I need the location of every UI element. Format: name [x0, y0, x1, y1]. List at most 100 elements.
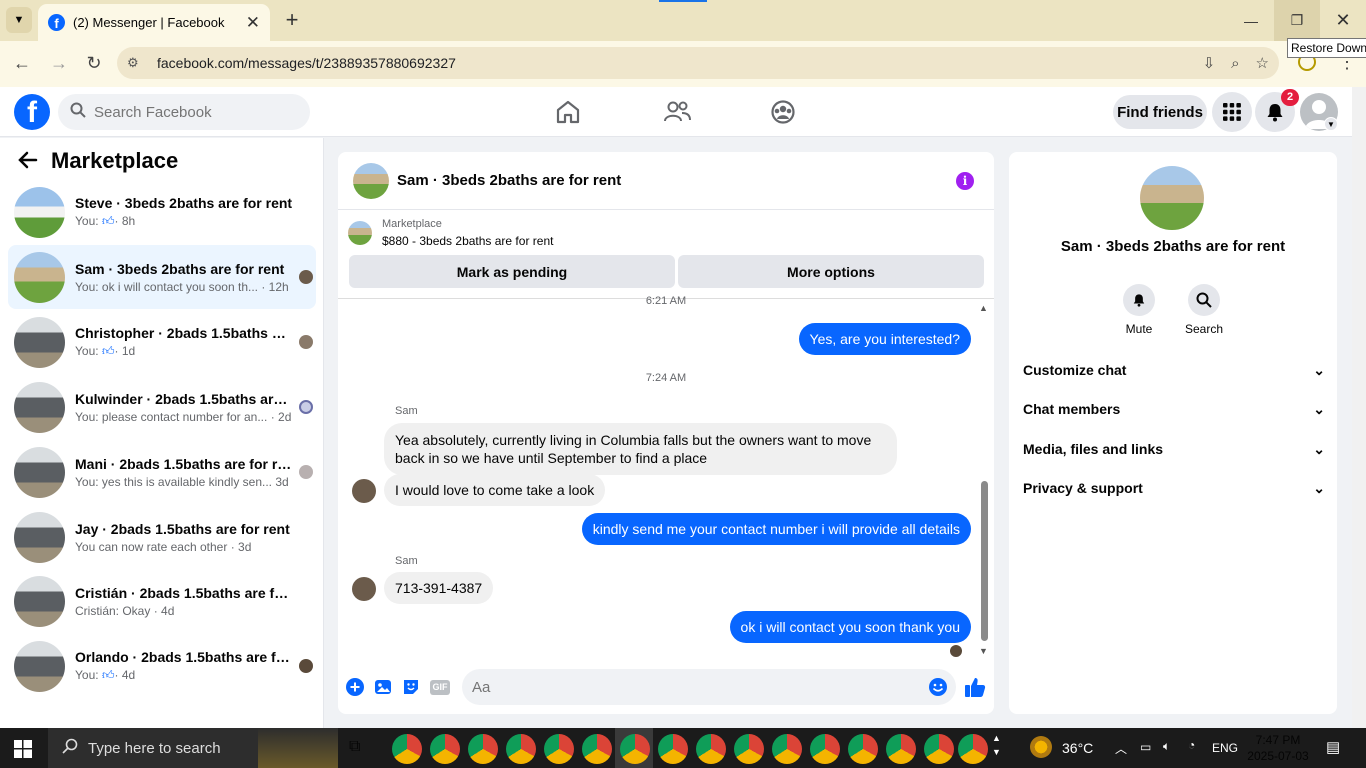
sticker-icon[interactable] [402, 678, 420, 701]
add-icon[interactable] [346, 678, 364, 701]
chrome-app-icon[interactable] [958, 734, 988, 764]
message-list[interactable]: 6:21 AM Yes, are you interested? 7:24 AM… [338, 295, 994, 658]
chrome-app-icon[interactable] [810, 734, 840, 764]
facebook-logo-icon[interactable]: f [14, 94, 50, 130]
outgoing-message[interactable]: ok i will contact you soon thank you [729, 611, 971, 643]
gif-icon[interactable]: GIF [430, 680, 450, 695]
conversation-item[interactable]: Christopher · 2bads 1.5baths are... You:… [8, 310, 316, 374]
chrome-app-icon[interactable] [468, 734, 498, 764]
message-scrollbar-thumb[interactable] [981, 481, 988, 641]
site-settings-icon[interactable]: ⚙ [127, 55, 145, 71]
forward-button[interactable]: → [46, 51, 72, 75]
taskbar-clock[interactable]: 7:47 PM 2025-07-03 [1244, 732, 1312, 764]
menu-grid-button[interactable] [1212, 92, 1252, 132]
close-window-button[interactable]: ✕ [1320, 0, 1366, 41]
photo-icon[interactable] [374, 678, 392, 701]
conversation-preview: You: yes this is available kindly sen... [75, 474, 272, 489]
task-view-icon[interactable]: ⧉ [349, 738, 360, 756]
conversation-details-panel: Sam · 3beds 2baths are for rent Mute Sea… [1009, 152, 1337, 714]
incoming-message[interactable]: I would love to come take a look [384, 474, 606, 506]
conversation-item[interactable]: Jay · 2bads 1.5baths are for rent You ca… [8, 505, 316, 569]
scroll-up-icon[interactable]: ▲ [979, 303, 988, 313]
temperature[interactable]: 36°C [1062, 740, 1093, 756]
chrome-app-icon[interactable] [544, 734, 574, 764]
chrome-app-icon[interactable] [848, 734, 878, 764]
outgoing-message[interactable]: Yes, are you interested? [798, 323, 971, 355]
sender-name: Sam [395, 555, 418, 567]
minimize-button[interactable]: — [1228, 0, 1274, 41]
restore-down-button[interactable]: ❐ [1274, 0, 1320, 41]
emoji-icon[interactable] [929, 678, 947, 701]
network-icon[interactable]: ▭ [1140, 740, 1151, 754]
notification-badge: 2 [1281, 89, 1299, 106]
privacy-support-section[interactable]: Privacy & support ⌄ [1023, 475, 1325, 501]
outgoing-message[interactable]: kindly send me your contact number i wil… [581, 513, 971, 545]
tab-search-button[interactable]: ▼ [6, 7, 32, 33]
message-input[interactable] [472, 678, 892, 696]
thumbs-up-send-icon[interactable] [964, 676, 986, 703]
back-button[interactable]: ← [9, 51, 35, 75]
chrome-app-icon[interactable] [658, 734, 688, 764]
notifications-center-icon[interactable]: ▤ [1326, 738, 1340, 756]
home-icon[interactable] [553, 97, 583, 127]
groups-icon[interactable] [768, 97, 798, 127]
incoming-message[interactable]: Yea absolutely, currently living in Colu… [384, 423, 897, 475]
chrome-app-icon[interactable] [392, 734, 422, 764]
mark-as-pending-button[interactable]: Mark as pending [349, 255, 675, 288]
customize-chat-section[interactable]: Customize chat ⌄ [1023, 357, 1325, 383]
windows-start-icon[interactable] [14, 740, 32, 758]
chrome-app-icon[interactable] [886, 734, 916, 764]
back-arrow-icon[interactable] [18, 150, 38, 176]
mute-button[interactable]: Mute [1109, 284, 1169, 336]
media-files-links-section[interactable]: Media, files and links ⌄ [1023, 436, 1325, 462]
incoming-message[interactable]: 713-391-4387 [384, 572, 494, 604]
search-in-conversation-button[interactable]: Search [1174, 284, 1234, 336]
chat-members-section[interactable]: Chat members ⌄ [1023, 396, 1325, 422]
address-bar[interactable]: ⚙ facebook.com/messages/t/23889357880692… [117, 47, 1279, 79]
message-composer[interactable] [462, 669, 956, 705]
scroll-down-icon[interactable]: ▼ [979, 646, 988, 656]
page-scrollbar[interactable] [1352, 87, 1366, 728]
volume-icon[interactable]: 🔈︎ [1163, 739, 1170, 754]
listing-info[interactable]: Marketplace $880 - 3beds 2baths are for … [348, 218, 553, 248]
friends-icon[interactable] [662, 97, 692, 127]
zoom-icon[interactable]: ⌕ [1231, 55, 1239, 72]
chrome-app-icon[interactable] [696, 734, 726, 764]
chrome-app-icon[interactable] [924, 734, 954, 764]
close-tab-icon[interactable]: ✕ [246, 13, 260, 33]
install-app-icon[interactable]: ⇩ [1203, 54, 1216, 72]
chrome-app-icon[interactable] [620, 734, 650, 764]
more-options-button[interactable]: More options [678, 255, 984, 288]
conversation-item[interactable]: Cristián · 2bads 1.5baths are for rent C… [8, 569, 316, 633]
conversation-time: 3d [275, 474, 289, 489]
conversation-name: Mani · 2bads 1.5baths are for rent [75, 455, 293, 472]
conversation-item[interactable]: Orlando · 2bads 1.5baths are for... You:… [8, 634, 316, 698]
conversation-item[interactable]: Mani · 2bads 1.5baths are for rent You: … [8, 440, 316, 504]
facebook-search[interactable] [58, 94, 310, 130]
chrome-app-icon[interactable] [506, 734, 536, 764]
details-name: Sam · 3beds 2baths are for rent [1060, 238, 1286, 255]
find-friends-button[interactable]: Find friends [1113, 95, 1207, 129]
chrome-app-icon[interactable] [430, 734, 460, 764]
clock-date: 2025-07-03 [1247, 749, 1309, 763]
info-icon[interactable]: i [956, 171, 974, 190]
conversation-item[interactable]: Steve · 3beds 2baths are for rent You: 👍… [8, 180, 316, 244]
search-input[interactable] [94, 103, 294, 121]
chrome-app-icon[interactable] [582, 734, 612, 764]
wifi-icon[interactable]: ◔ [1188, 738, 1195, 752]
language-indicator[interactable]: ENG [1212, 741, 1238, 755]
bookmark-star-icon[interactable]: ☆ [1256, 54, 1269, 72]
conversation-item-active[interactable]: Sam · 3beds 2baths are for rent You: ok … [8, 245, 316, 309]
conversation-item[interactable]: Kulwinder · 2bads 1.5baths are f... You:… [8, 375, 316, 439]
chevron-down-icon[interactable]: ▼ [1324, 117, 1338, 131]
chat-title: Sam · 3beds 2baths are for rent [397, 172, 622, 189]
tray-chevron-icon[interactable]: ︿ [1115, 740, 1127, 757]
taskbar-overflow-icon[interactable]: ▲ ▼ [992, 731, 1001, 759]
browser-tab-messenger[interactable]: f (2) Messenger | Facebook ✕ [38, 4, 270, 41]
weather-icon[interactable] [1030, 736, 1052, 758]
chat-header[interactable]: Sam · 3beds 2baths are for rent i [338, 152, 994, 210]
new-tab-button[interactable]: + [280, 7, 304, 33]
chrome-app-icon[interactable] [734, 734, 764, 764]
reload-button[interactable]: ↻ [81, 51, 107, 75]
chrome-app-icon[interactable] [772, 734, 802, 764]
